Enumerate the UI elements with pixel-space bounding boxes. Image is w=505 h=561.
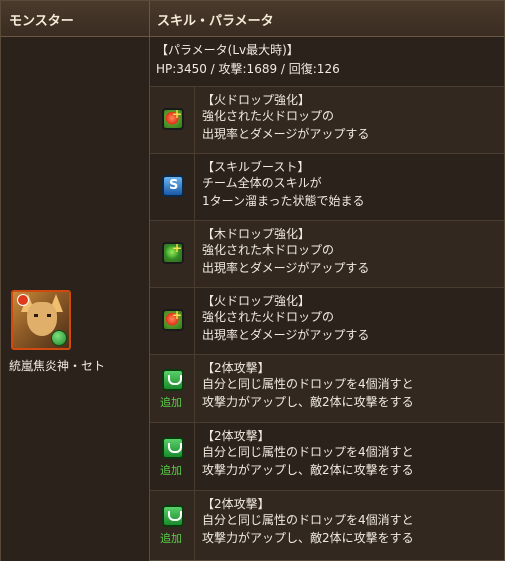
skill-title: 【火ドロップ強化】 — [202, 93, 311, 107]
parameter-title: 【パラメータ(Lv最大時)】 — [156, 43, 299, 57]
skill-row: 【木ドロップ強化】 強化された木ドロップの 出現率とダメージがアップする — [150, 221, 504, 288]
skill-icon-cell: 追加 — [150, 355, 195, 422]
skill-boost-icon — [162, 175, 184, 197]
skill-desc-line2: 攻撃力がアップし、敵2体に攻撃をする — [202, 531, 414, 545]
skill-desc-line2: 出現率とダメージがアップする — [202, 261, 370, 275]
header-divider — [149, 1, 150, 36]
skill-icon-cell — [150, 221, 195, 287]
monster-name[interactable]: 統嵐焦炎神・セト — [9, 357, 105, 374]
monster-column-header: モンスター — [9, 14, 74, 29]
skill-desc-line2: 出現率とダメージがアップする — [202, 127, 370, 141]
skill-row: 【火ドロップ強化】 強化された火ドロップの 出現率とダメージがアップする — [150, 87, 504, 154]
skill-desc-line1: 自分と同じ属性のドロップを4個消すと — [202, 513, 414, 527]
skill-row: 追加 【2体攻撃】 自分と同じ属性のドロップを4個消すと 攻撃力がアップし、敵2… — [150, 491, 504, 560]
skill-row: 【火ドロップ強化】 強化された火ドロップの 出現率とダメージがアップする — [150, 288, 504, 355]
skill-desc-line1: 強化された火ドロップの — [202, 109, 335, 123]
skill-desc-line2: 1ターン溜まった状態で始まる — [202, 194, 365, 208]
parameter-stats: HP:3450 / 攻撃:1689 / 回復:126 — [156, 62, 340, 76]
wood-drop-enhance-icon — [162, 241, 184, 264]
two-target-attack-icon — [162, 505, 184, 527]
skill-desc-line1: 自分と同じ属性のドロップを4個消すと — [202, 377, 414, 391]
skill-desc-line1: チーム全体のスキルが — [202, 176, 322, 190]
skill-title: 【スキルブースト】 — [202, 160, 310, 174]
added-awakening-label: 追加 — [160, 396, 182, 409]
added-awakening-label: 追加 — [160, 464, 182, 477]
seto-portrait-icon[interactable] — [11, 290, 71, 350]
two-target-attack-icon — [162, 437, 184, 459]
skill-title: 【2体攻撃】 — [202, 429, 270, 443]
skill-desc-line1: 強化された木ドロップの — [202, 243, 335, 257]
skill-column-header: スキル・パラメータ — [157, 14, 274, 29]
skill-icon-cell — [150, 87, 195, 153]
table-header: モンスター スキル・パラメータ — [1, 1, 504, 37]
skill-title: 【木ドロップ強化】 — [202, 227, 311, 241]
skill-icon-cell — [150, 154, 195, 220]
added-awakening-label: 追加 — [160, 532, 182, 545]
skill-desc-line1: 自分と同じ属性のドロップを4個消すと — [202, 445, 414, 459]
skill-row: 追加 【2体攻撃】 自分と同じ属性のドロップを4個消すと 攻撃力がアップし、敵2… — [150, 355, 504, 423]
skill-icon-cell — [150, 288, 195, 354]
skill-title: 【2体攻撃】 — [202, 361, 270, 375]
skill-desc-line2: 攻撃力がアップし、敵2体に攻撃をする — [202, 463, 414, 477]
skill-icon-cell: 追加 — [150, 491, 195, 560]
fire-drop-enhance-icon — [162, 107, 184, 130]
parameter-row: 【パラメータ(Lv最大時)】 HP:3450 / 攻撃:1689 / 回復:12… — [150, 37, 504, 87]
wood-attribute-icon — [51, 330, 67, 346]
monster-skill-table: モンスター スキル・パラメータ 統嵐焦炎神・セト 【パラメータ(Lv最大時)】 … — [0, 0, 505, 561]
skill-desc-line2: 出現率とダメージがアップする — [202, 328, 370, 342]
skill-icon-cell: 追加 — [150, 423, 195, 490]
skill-title: 【火ドロップ強化】 — [202, 294, 311, 308]
monster-cell: 統嵐焦炎神・セト — [1, 37, 150, 561]
skill-title: 【2体攻撃】 — [202, 497, 270, 511]
fire-drop-enhance-icon — [162, 308, 184, 331]
skill-row: 【スキルブースト】 チーム全体のスキルが 1ターン溜まった状態で始まる — [150, 154, 504, 221]
two-target-attack-icon — [162, 369, 184, 391]
skill-desc-line1: 強化された火ドロップの — [202, 310, 335, 324]
skill-row: 追加 【2体攻撃】 自分と同じ属性のドロップを4個消すと 攻撃力がアップし、敵2… — [150, 423, 504, 491]
skill-desc-line2: 攻撃力がアップし、敵2体に攻撃をする — [202, 395, 414, 409]
